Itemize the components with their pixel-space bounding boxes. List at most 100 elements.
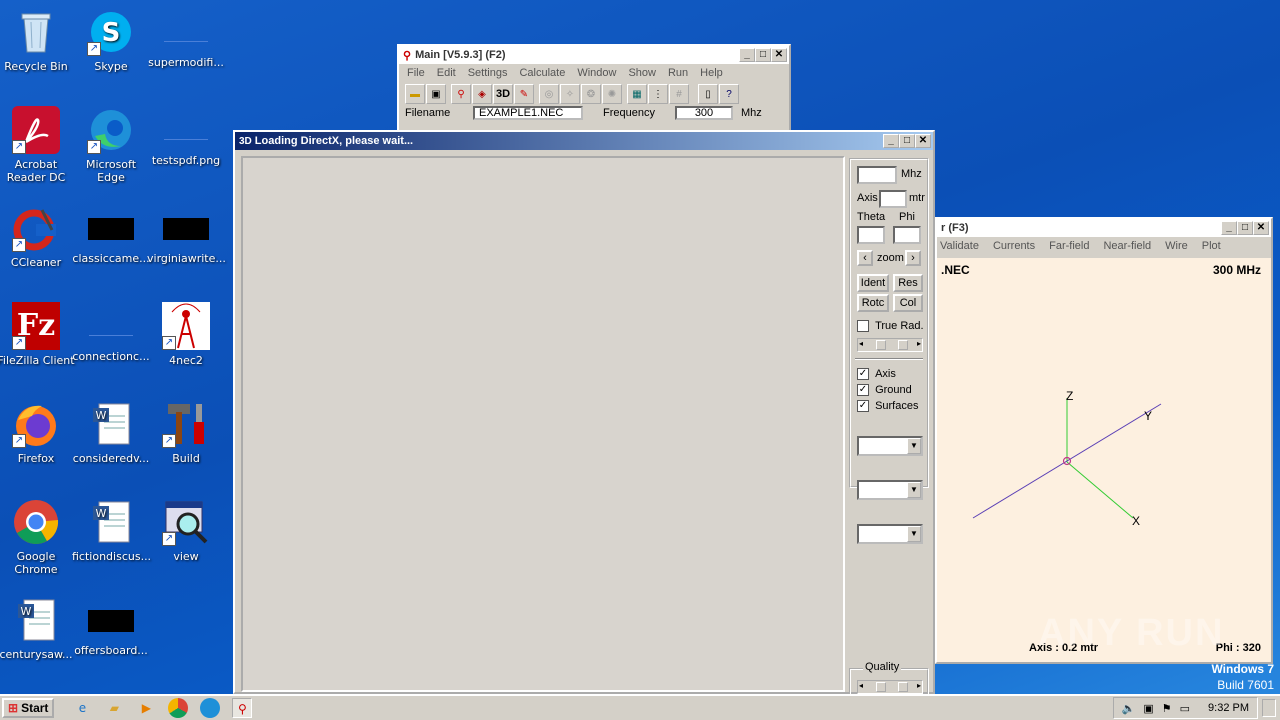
desktop-icon-edge[interactable]: ↗ Microsoft Edge [72,106,150,184]
desktop-icon-chrome[interactable]: Google Chrome [0,498,75,576]
close-button[interactable]: ✕ [1253,221,1269,235]
desktop-icon-connectionc[interactable]: connectionc... [72,302,150,363]
desktop-icon-view[interactable]: ↗ view [147,498,225,563]
desktop-icon-acrobat[interactable]: ↗ Acrobat Reader DC [0,106,75,184]
theta-input[interactable] [857,226,885,244]
axis-checkbox-row[interactable]: ✓ Axis [857,368,896,381]
minimize-button[interactable]: _ [883,134,899,148]
slider-right-arrow-icon[interactable]: ▸ [917,681,921,690]
start-button[interactable]: ⊞ Start [2,698,55,718]
rotc-button[interactable]: Rotc [857,294,889,312]
maximize-button[interactable]: □ [899,134,915,148]
notification-icon[interactable]: ▭ [1180,702,1190,715]
chrome-taskbar-icon[interactable] [168,698,189,718]
optimize-icon[interactable]: ✺ [602,84,622,104]
menu-plot[interactable]: Plot [1202,240,1221,252]
maximize-button[interactable]: □ [755,48,771,62]
frequency-field[interactable]: 300 [675,106,733,120]
menu-show[interactable]: Show [628,67,656,79]
menu-validate[interactable]: Validate [940,240,979,252]
show-desktop-button[interactable] [1262,699,1276,717]
ident-button[interactable]: Ident [857,274,889,292]
menu-wire[interactable]: Wire [1165,240,1188,252]
chevron-down-icon[interactable]: ▼ [907,482,921,498]
network-icon[interactable]: ▣ [1143,702,1153,715]
list-icon[interactable]: ⋮ [648,84,668,104]
book-icon[interactable]: ▯ [698,84,718,104]
ground-checkbox[interactable]: ✓ [857,384,869,397]
dropdown-1[interactable]: ▼ [857,436,923,456]
calculator-icon[interactable]: ▦ [627,84,647,104]
axis-checkbox[interactable]: ✓ [857,368,869,381]
menu-currents[interactable]: Currents [993,240,1035,252]
save-icon[interactable]: ▣ [426,84,446,104]
directx-window-titlebar[interactable]: 3D Loading DirectX, please wait... _ □ ✕ [235,132,933,150]
desktop-icon-virginiawrite[interactable]: virginiawrite... [147,204,226,265]
desktop-icon-classiccame[interactable]: classiccame... [72,204,150,265]
desktop-icon-testspdf[interactable]: testspdf.png [147,106,225,167]
axis-input[interactable] [879,190,907,208]
menu-far-field[interactable]: Far-field [1049,240,1089,252]
menu-edit[interactable]: Edit [437,67,456,79]
desktop-icon-build[interactable]: ↗ Build [147,400,225,465]
dropdown-3[interactable]: ▼ [857,524,923,544]
close-button[interactable]: ✕ [915,134,931,148]
desktop-icon-centurysaw[interactable]: W centurysaw... [0,596,75,661]
cube-icon[interactable]: ◈ [472,84,492,104]
menu-near-field[interactable]: Near-field [1103,240,1151,252]
media-player-icon[interactable]: ▶ [136,698,156,718]
slider-right-arrow-icon[interactable]: ▸ [917,339,921,348]
menu-window[interactable]: Window [577,67,616,79]
ground-checkbox-row[interactable]: ✓ Ground [857,384,912,397]
phi-input[interactable] [893,226,921,244]
zoom-out-button[interactable]: ‹ [857,250,873,266]
surfaces-checkbox[interactable]: ✓ [857,400,869,413]
clock[interactable]: 9:32 PM [1208,702,1249,714]
dropdown-2[interactable]: ▼ [857,480,923,500]
smith-icon[interactable]: # [669,84,689,104]
desktop-icon-consideredv[interactable]: W consideredv... [72,400,150,465]
gain-icon[interactable]: ❂ [581,84,601,104]
col-button[interactable]: Col [893,294,923,312]
quality-slider[interactable]: ◂ ▸ [857,680,923,694]
chevron-down-icon[interactable]: ▼ [907,438,921,454]
minimize-button[interactable]: _ [739,48,755,62]
close-button[interactable]: ✕ [771,48,787,62]
internet-explorer-icon[interactable]: e [72,698,92,718]
desktop-icon-skype[interactable]: S ↗ Skype [72,8,150,73]
true-rad-slider[interactable]: ◂ ▸ [857,338,923,352]
slider-thumb-2[interactable] [898,340,908,350]
res-button[interactable]: Res [893,274,923,292]
menu-file[interactable]: File [407,67,425,79]
desktop-icon-firefox[interactable]: ↗ Firefox [0,400,75,465]
flag-icon[interactable]: ⚑ [1162,702,1172,715]
directx-viewport[interactable] [241,156,845,692]
edit-icon[interactable]: ✎ [514,84,534,104]
4nec2-taskbar-icon[interactable]: ⚲ [232,698,253,718]
surfaces-checkbox-row[interactable]: ✓ Surfaces [857,400,918,413]
desktop-icon-filezilla[interactable]: Fz ↗ FileZilla Client [0,302,75,367]
true-rad-checkbox-row[interactable]: True Rad. [857,320,924,333]
pattern-icon[interactable]: ◎ [539,84,559,104]
frequency-input[interactable] [857,166,897,184]
geometry-canvas[interactable]: .NEC 300 MHz Z Y X Axis : 0.2 mtr Phi : … [937,258,1271,662]
filename-field[interactable]: EXAMPLE1.NEC [473,106,583,120]
antenna-icon[interactable]: ⚲ [451,84,471,104]
slider-left-arrow-icon[interactable]: ◂ [859,339,863,348]
desktop-icon-offersboard[interactable]: offersboard... [72,596,150,657]
slider-thumb[interactable] [876,340,886,350]
minimize-button[interactable]: _ [1221,221,1237,235]
desktop-icon-fictiondiscus[interactable]: W fictiondiscus... [72,498,151,563]
volume-icon[interactable]: 🔈 [1122,702,1136,715]
menu-settings[interactable]: Settings [468,67,508,79]
menu-help[interactable]: Help [700,67,723,79]
zoom-in-button[interactable]: › [905,250,921,266]
desktop-icon-4nec2[interactable]: ↗ 4nec2 [147,302,225,367]
slider-thumb-2[interactable] [898,682,908,692]
desktop-icon-recycle-bin[interactable]: Recycle Bin [0,8,75,73]
file-explorer-icon[interactable]: ▰ [104,698,124,718]
geometry-window-titlebar[interactable]: r (F3) _ □ ✕ [937,219,1271,237]
sweep-icon[interactable]: ✧ [560,84,580,104]
view-3d-button[interactable]: 3D [493,84,513,104]
edge-taskbar-icon[interactable] [200,698,221,718]
